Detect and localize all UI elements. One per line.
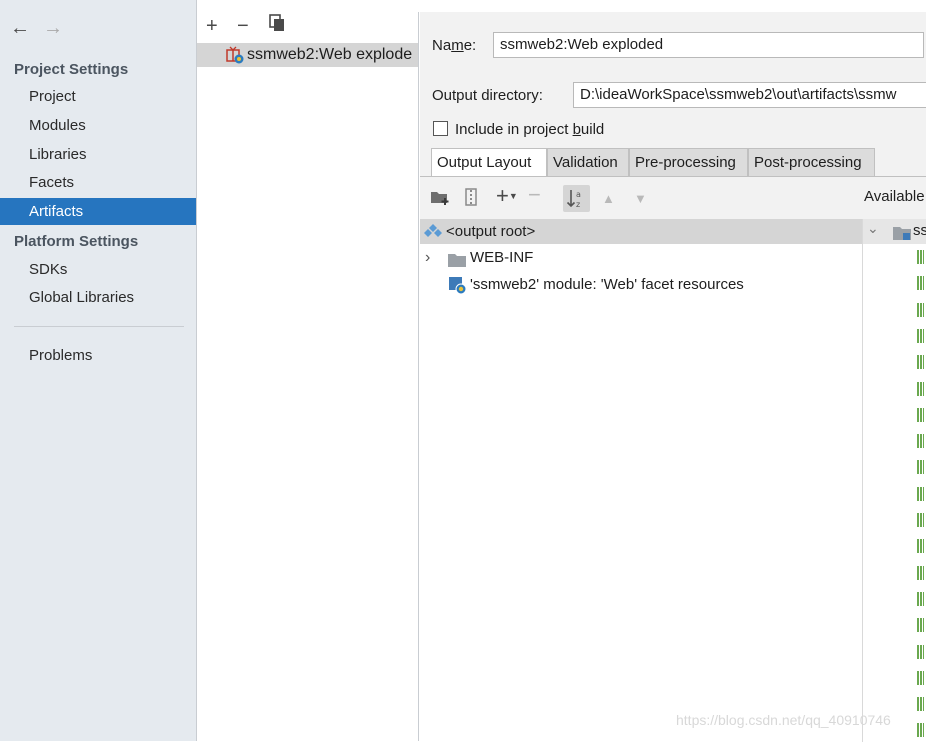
include-in-build-checkbox[interactable] [433,121,448,136]
chevron-down-icon[interactable]: ⌄ [867,220,879,237]
layout-toolbar: +▼ − az ▲ ▼ Available [420,177,926,219]
sidebar-item-global-libraries[interactable]: Global Libraries [0,284,196,311]
svg-text:a: a [576,190,581,199]
artifact-list-item[interactable]: ssmweb2:Web explode [197,43,418,67]
jar-icon [917,539,924,554]
name-field[interactable]: ssmweb2:Web exploded [493,32,924,58]
facet-resources-label: 'ssmweb2' module: 'Web' facet resources [470,276,744,293]
jar-icon [917,460,924,475]
artifact-list-pane: + − ssmweb2:Web explode [197,12,419,741]
available-elements-header: Available [864,188,925,205]
watermark: https://blog.csdn.net/qq_40910746 [676,712,891,728]
jar-icon [917,381,924,396]
jar-icon [917,407,924,422]
svg-text:z: z [576,200,580,209]
archive-icon[interactable] [464,188,478,210]
sidebar-item-artifacts[interactable]: Artifacts [0,198,196,225]
jar-icon [917,486,924,501]
tree-row-facet-resources[interactable]: 'ssmweb2' module: 'Web' facet resources [420,272,862,297]
platform-settings-heading: Platform Settings [14,233,139,250]
jar-icon [917,644,924,659]
jar-icon [917,355,924,370]
tab-validation[interactable]: Validation [547,148,629,176]
jar-icon [917,697,924,712]
sidebar-item-project[interactable]: Project [0,83,196,110]
module-icon [893,225,911,244]
chevron-right-icon[interactable]: › [425,245,430,270]
copy-icon[interactable] [269,14,285,38]
artifact-config-pane: Name: ssmweb2:Web exploded Output direct… [420,12,926,742]
output-directory-field[interactable]: D:\ideaWorkSpace\ssmweb2\out\artifacts\s… [573,82,926,108]
available-item-row[interactable]: ⌄ ss [863,219,926,244]
web-artifact-icon [226,46,244,68]
web-inf-label: WEB-INF [470,249,534,266]
jar-icon [917,618,924,633]
project-settings-heading: Project Settings [14,61,129,78]
jar-icon [917,565,924,580]
jar-icon [917,302,924,317]
available-elements-list: ⌄ ss [863,219,926,742]
web-facet-icon [449,277,467,303]
tree-row-web-inf[interactable]: › WEB-INF [420,245,862,270]
settings-sidebar: ← → Project Settings Project Modules Lib… [0,0,197,741]
minus-icon[interactable]: − [237,14,249,38]
jar-icon [917,434,924,449]
output-tree: <output root> › WEB-INF 'ssmweb2' module… [420,219,863,742]
available-item-label: ss [913,222,926,239]
plus-icon[interactable]: + [206,14,218,38]
tree-row-output-root[interactable]: <output root> [420,219,862,244]
sidebar-divider [14,326,184,327]
move-down-icon[interactable]: ▼ [634,189,647,209]
jar-icon [917,276,924,291]
tab-post-processing[interactable]: Post-processing [748,148,875,176]
sidebar-item-sdks[interactable]: SDKs [0,256,196,283]
arrow-left-icon[interactable]: ← [10,18,30,38]
sidebar-item-problems[interactable]: Problems [0,342,196,369]
jar-icon [917,670,924,685]
artifact-list-item-label: ssmweb2:Web explode [247,46,413,63]
output-layout-panel: +▼ − az ▲ ▼ Available <output root> › WE [420,176,926,742]
new-folder-icon[interactable] [430,188,450,210]
sidebar-item-modules[interactable]: Modules [0,112,196,139]
jar-icon [917,591,924,606]
remove-icon[interactable]: − [528,184,541,206]
sort-icon[interactable]: az [563,185,590,212]
sidebar-item-facets[interactable]: Facets [0,169,196,196]
output-root-label: <output root> [446,223,536,240]
sidebar-item-libraries[interactable]: Libraries [0,141,196,168]
move-up-icon[interactable]: ▲ [602,189,615,209]
arrow-right-icon[interactable]: → [43,18,63,38]
jar-icon [917,328,924,343]
output-directory-label: Output directory: [432,87,543,104]
add-icon[interactable]: +▼ [496,185,518,207]
jar-icon [917,513,924,527]
tab-pre-processing[interactable]: Pre-processing [629,148,748,176]
jar-icon [917,250,924,264]
name-label: Name: [432,37,477,54]
jar-icon [917,723,924,738]
include-in-build-label: Include in project build [455,121,605,138]
tab-output-layout[interactable]: Output Layout [431,148,547,176]
